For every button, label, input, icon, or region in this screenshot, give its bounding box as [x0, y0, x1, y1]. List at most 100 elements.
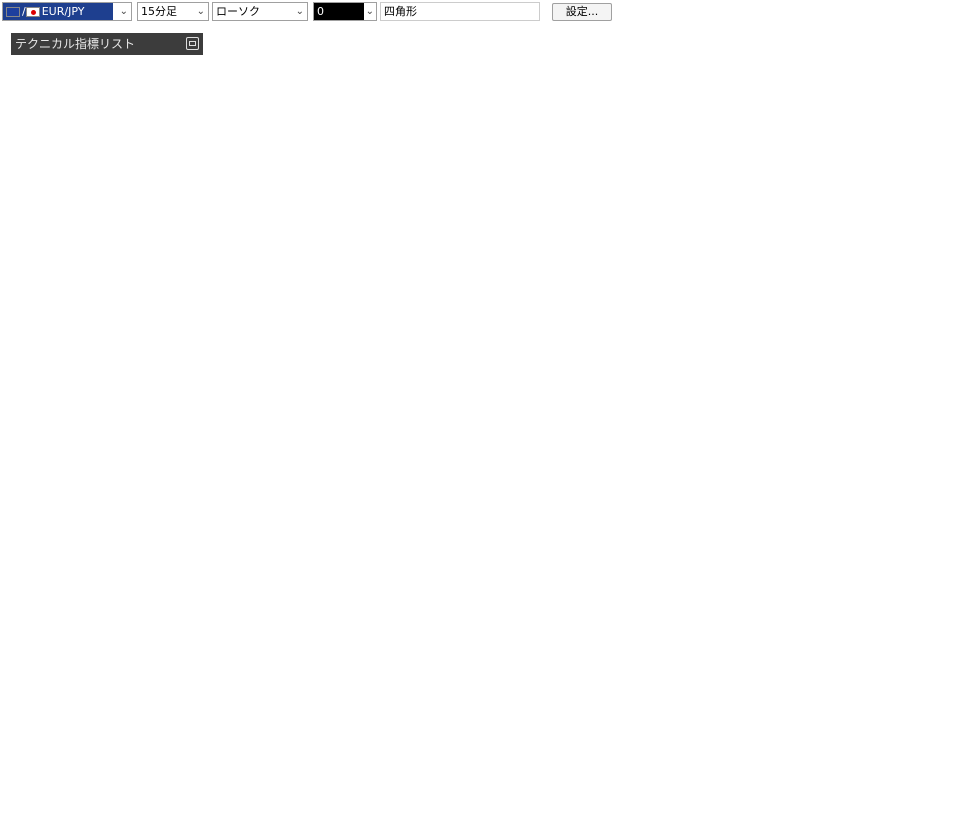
- bull-candle: [847, 281, 852, 307]
- chart-style-label: ローソク: [216, 5, 260, 18]
- bear-candle: [819, 277, 824, 300]
- bull-candle: [130, 453, 136, 475]
- bear-candle: [438, 196, 444, 228]
- bull-candle: [690, 313, 696, 335]
- bear-candle: [387, 250, 393, 274]
- price-annotation: 184.730: [382, 364, 423, 375]
- bear-candle: [359, 306, 365, 332]
- settings-button[interactable]: 設定...: [552, 3, 612, 21]
- price-annotation: 184.534: [142, 586, 183, 597]
- price-annotation: 184.730: [278, 354, 319, 365]
- bull-candle: [533, 220, 539, 227]
- bull-candle: [186, 510, 192, 543]
- bear-candle: [567, 185, 572, 200]
- drawing-tool-field[interactable]: 四角形: [380, 2, 540, 21]
- price-annotation: 184.673: [166, 418, 207, 429]
- bull-candle: [12, 429, 18, 459]
- bull-candle: [477, 231, 483, 264]
- tool-value-select[interactable]: 0 ⌄: [313, 2, 377, 21]
- bull-candle: [774, 271, 780, 301]
- horizontal-lines: [232, 202, 880, 580]
- drawing-tool-label: 四角形: [384, 5, 417, 18]
- bull-candle: [421, 228, 427, 243]
- symbol-selected: / EUR/JPY: [3, 3, 113, 20]
- bear-candle: [830, 230, 836, 264]
- eu-flag-icon: [6, 7, 20, 17]
- bear-candle: [80, 469, 85, 478]
- bull-candle: [85, 467, 91, 500]
- bull-candle: [836, 246, 841, 260]
- bear-candle: [152, 479, 158, 500]
- time-tick-label: 15:00: [407, 809, 437, 820]
- bear-candle: [651, 309, 656, 315]
- time-tick-label: 03:00: [72, 809, 102, 820]
- bear-candle: [29, 436, 35, 470]
- bear-candle: [52, 464, 57, 484]
- bull-candle: [729, 320, 735, 348]
- price-tick-label: 184.45: [904, 677, 940, 688]
- bear-candle: [528, 229, 533, 239]
- moving-average-upper: [0, 193, 893, 482]
- bear-candle: [91, 465, 96, 471]
- bull-candle: [320, 432, 326, 453]
- bear-candle: [858, 309, 864, 321]
- bear-candle: [483, 243, 489, 272]
- bull-candle: [203, 525, 209, 534]
- price-tick-label: 184.70: [904, 394, 940, 405]
- bull-candle: [281, 415, 287, 440]
- bear-candle: [600, 218, 606, 228]
- symbol-select[interactable]: / EUR/JPY ⌄: [2, 2, 132, 21]
- chart-grid: [0, 24, 898, 803]
- time-tick-label: 03:00: [741, 809, 771, 820]
- bear-candle: [572, 216, 578, 228]
- time-tick-label: 06:00: [825, 809, 855, 820]
- bull-candle: [735, 326, 740, 340]
- bear-candle: [247, 463, 253, 486]
- bear-candle: [141, 482, 147, 495]
- bull-candle: [147, 483, 153, 489]
- price-annotation: 184.822: [766, 249, 807, 260]
- bull-candle: [23, 438, 29, 445]
- bull-candle: [253, 417, 259, 435]
- chevron-down-icon: ⌄: [196, 6, 205, 17]
- window-restore-icon[interactable]: [186, 37, 199, 50]
- bear-candle: [701, 291, 707, 314]
- bear-candle: [578, 212, 584, 235]
- time-tick-label: 09:00: [239, 809, 269, 820]
- price-tick-label: 184.95: [904, 109, 940, 120]
- bear-candle: [175, 517, 181, 536]
- bull-candle: [707, 299, 712, 317]
- bear-candle: [628, 247, 634, 268]
- bull-candle: [113, 440, 119, 469]
- chart-style-select[interactable]: ローソク ⌄: [212, 2, 308, 21]
- price-annotation: 184.856: [637, 212, 678, 223]
- bollinger-upper-inner: [0, 139, 893, 441]
- oscillator-line-cyan: [0, 769, 893, 778]
- bull-candle: [841, 268, 847, 277]
- bull-candle: [309, 432, 315, 467]
- price-annotation: 184.736: [753, 357, 794, 368]
- bear-candle: [57, 458, 63, 483]
- bear-candle: [785, 288, 791, 306]
- bull-candle: [449, 178, 455, 197]
- bear-candle: [746, 302, 752, 325]
- bull-candle: [550, 206, 556, 235]
- price-chart[interactable]: 185.00 184.95184.945 184.90 184.85 184.80 184…: [0, 0, 954, 821]
- cloud-bear-area: [640, 255, 880, 310]
- bull-candle: [393, 242, 399, 276]
- time-tick-label: 06:00: [153, 809, 183, 820]
- bull-candle: [869, 311, 875, 331]
- price-tick-label: 185.00: [904, 54, 940, 65]
- bull-candle: [471, 246, 477, 276]
- indicator-list-panel[interactable]: テクニカル指標リスト: [11, 33, 203, 55]
- time-tick-label: 18:00: [491, 809, 521, 820]
- price-tick-label: 184.90: [904, 166, 940, 177]
- price-tick-label: 184.60: [904, 507, 940, 518]
- chevron-down-icon[interactable]: ⌄: [120, 3, 128, 20]
- bear-candle: [399, 269, 405, 276]
- bear-candle: [225, 517, 231, 538]
- bear-candle: [768, 277, 774, 308]
- timeframe-select[interactable]: 15分足 ⌄: [137, 2, 209, 21]
- bear-candle: [214, 537, 220, 565]
- bear-candle: [365, 279, 371, 299]
